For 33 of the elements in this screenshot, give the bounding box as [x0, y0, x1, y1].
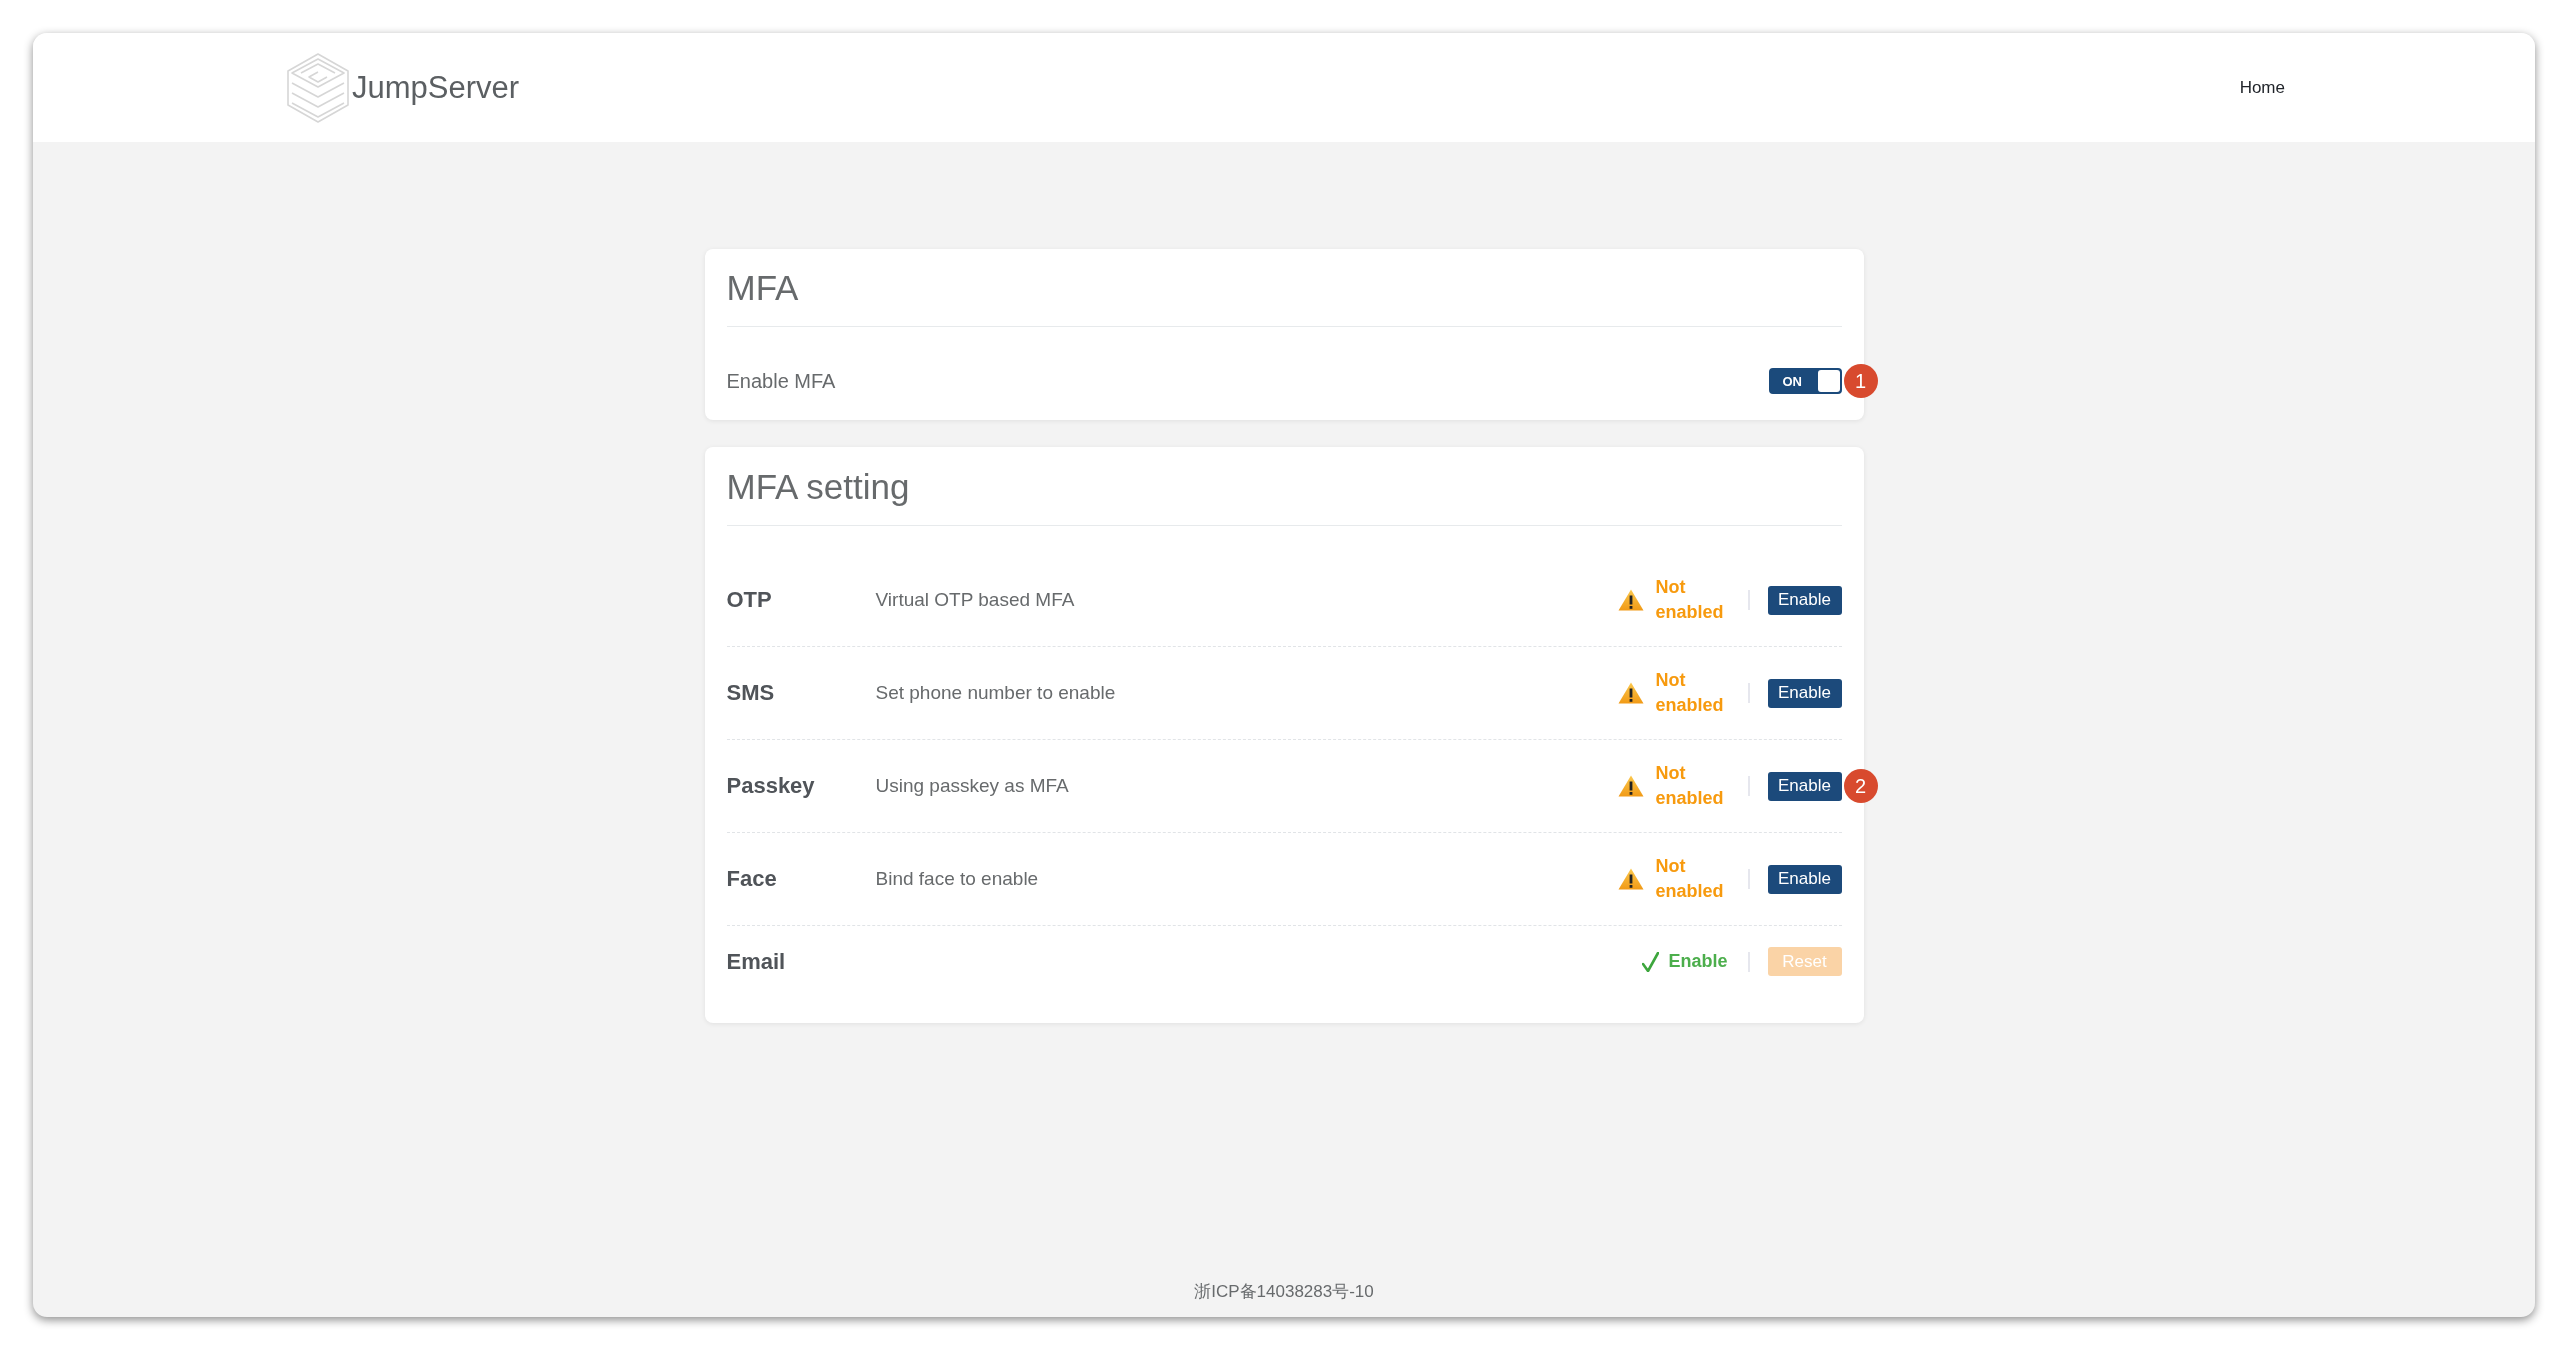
card-title: MFA — [726, 268, 799, 307]
callout-number: 2 — [1843, 769, 1878, 803]
enable-button[interactable]: Enable — [1767, 585, 1842, 615]
method-description: Bind face to enable — [875, 868, 1039, 890]
nav-link[interactable]: Home — [2239, 77, 2285, 98]
method-name: SMS — [726, 680, 776, 706]
method-description: Virtual OTP based MFA — [875, 589, 1075, 611]
toggle-switch[interactable]: ON — [1768, 368, 1842, 394]
enable-button[interactable]: Enable — [1767, 864, 1842, 894]
status-text: Not enabled — [1655, 762, 1725, 810]
cube-logo-icon — [287, 52, 349, 123]
method-name: Email — [726, 948, 787, 975]
check-icon — [1642, 951, 1660, 972]
warning-icon — [1617, 589, 1644, 611]
method-description: Using passkey as MFA — [875, 775, 1069, 797]
brand-name: JumpServer — [352, 69, 520, 106]
warning-icon — [1617, 775, 1644, 797]
card-title: MFA setting — [726, 467, 910, 506]
warning-icon — [1617, 682, 1644, 704]
status-text: Not enabled — [1655, 855, 1725, 903]
callout-number: 1 — [1843, 364, 1878, 398]
method-description: Set phone number to enable — [875, 682, 1116, 704]
warning-icon — [1617, 868, 1644, 890]
status-text: Not enabled — [1655, 669, 1725, 717]
method-name: Passkey — [726, 773, 816, 799]
method-name: OTP — [726, 587, 773, 613]
status-text: Not enabled — [1655, 576, 1725, 624]
setting-label: Enable MFA — [726, 369, 836, 393]
footer-text: 浙ICP备14038283号-10 — [1194, 1281, 1374, 1303]
status-text: Enable — [1668, 950, 1728, 973]
method-name: Face — [726, 866, 778, 892]
enable-button[interactable]: Enable — [1767, 678, 1842, 708]
enable-button[interactable]: Enable — [1767, 771, 1842, 801]
